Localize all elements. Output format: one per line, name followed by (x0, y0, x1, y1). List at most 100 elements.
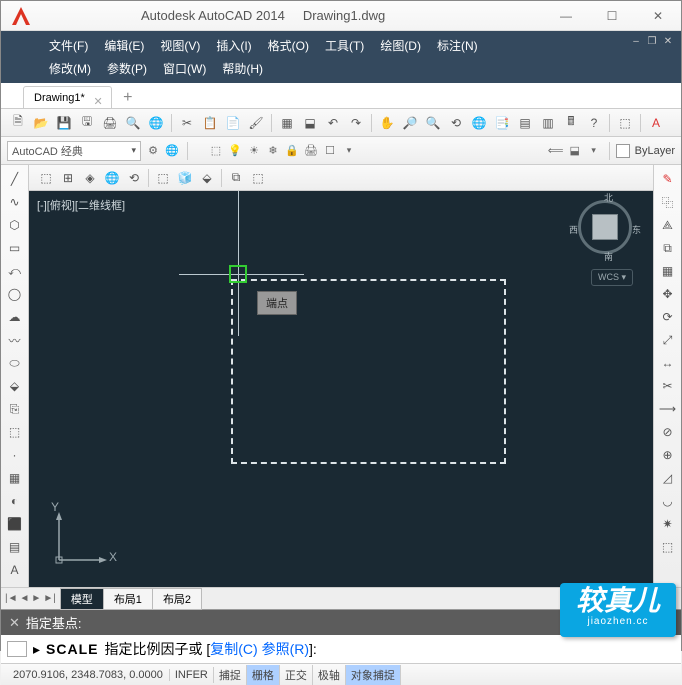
paste-button[interactable]: 📄 (222, 112, 244, 134)
command-input-line[interactable]: ▸ SCALE 指定比例因子或 [复制(C) 参照(R)]: (1, 635, 681, 663)
text-style-button[interactable]: A (645, 112, 667, 134)
explode-tool[interactable]: ✷ (657, 513, 679, 535)
workspace-dropdown[interactable]: AutoCAD 经典 ▾ (7, 141, 141, 161)
ellipse-arc-tool[interactable]: ⬙ (4, 375, 26, 397)
scale-tool[interactable]: ⤢ (657, 329, 679, 351)
menu-insert[interactable]: 插入(I) (208, 34, 259, 57)
ws-globe-icon[interactable]: 🌐 (163, 142, 181, 160)
table-tool[interactable]: ▤ (4, 536, 26, 558)
layer-state-icon[interactable]: ⬓ (566, 142, 584, 160)
vp-iso-button[interactable]: ◈ (79, 167, 101, 189)
redo-button[interactable]: ↷ (345, 112, 367, 134)
ws-gear-icon[interactable]: ⚙ (144, 142, 162, 160)
menu-window[interactable]: 窗口(W) (155, 57, 214, 80)
menu-draw[interactable]: 绘图(D) (372, 34, 429, 57)
color-swatch[interactable] (616, 144, 630, 158)
viewcube-face[interactable] (592, 214, 618, 240)
layout-tab-2[interactable]: 布局2 (152, 588, 202, 610)
nav-last-icon[interactable]: ►| (43, 593, 56, 604)
minimize-button[interactable]: — (543, 1, 589, 31)
sb-snap[interactable]: 捕捉 (214, 665, 247, 685)
pline-tool[interactable]: ∿ (4, 191, 26, 213)
layer-more-icon[interactable]: ☐ (321, 142, 339, 160)
help-button[interactable]: ? (583, 112, 605, 134)
menu-view[interactable]: 视图(V) (152, 34, 208, 57)
make-block-tool[interactable]: ⬚ (4, 421, 26, 443)
document-tab[interactable]: Drawing1* ✕ (23, 86, 112, 108)
mdi-minimize-icon[interactable]: – (629, 34, 643, 48)
sb-infer[interactable]: INFER (170, 667, 214, 683)
move-tool[interactable]: ✥ (657, 283, 679, 305)
mirror-tool[interactable]: ⟁ (657, 214, 679, 236)
revcloud-tool[interactable]: ☁ (4, 306, 26, 328)
layer-filter-icon[interactable]: ⬚ (207, 142, 225, 160)
ucs-button[interactable]: ⬓ (299, 112, 321, 134)
extra-mod-tool[interactable]: ⬚ (657, 536, 679, 558)
mdi-close-icon[interactable]: ✕ (661, 34, 675, 48)
layer-state-dropdown-icon[interactable]: ▾ (585, 142, 603, 160)
layer-lock-icon[interactable]: 🔒 (283, 142, 301, 160)
vp-more2-button[interactable]: ⬚ (247, 167, 269, 189)
layout-tab-1[interactable]: 布局1 (103, 588, 153, 610)
join-tool[interactable]: ⊕ (657, 444, 679, 466)
vp-prev-button[interactable]: ⟲ (123, 167, 145, 189)
menu-dimension[interactable]: 标注(N) (429, 34, 486, 57)
close-button[interactable]: ✕ (635, 1, 681, 31)
point-tool[interactable]: · (4, 444, 26, 466)
zoom-button[interactable]: 🔎 (399, 112, 421, 134)
layer-lightbulb-icon[interactable]: 💡 (226, 142, 244, 160)
palette-button[interactable]: ▤ (514, 112, 536, 134)
extra1-button[interactable]: ⬚ (614, 112, 636, 134)
rectangle-tool[interactable]: ▭ (4, 237, 26, 259)
extend-tool[interactable]: ⟶ (657, 398, 679, 420)
cmd-close-icon[interactable]: ✕ (9, 615, 20, 631)
undo-button[interactable]: ↶ (322, 112, 344, 134)
menu-tools[interactable]: 工具(T) (317, 34, 372, 57)
doctab-add-button[interactable]: + (118, 88, 138, 108)
layer-plot-icon[interactable]: 🖨 (302, 142, 320, 160)
nav-prev-icon[interactable]: ◄ (20, 593, 30, 604)
viewcube[interactable]: 北 南 东 西 (575, 197, 635, 257)
zoomprev-button[interactable]: ⟲ (445, 112, 467, 134)
new-button[interactable]: 🗎 (7, 112, 29, 134)
rotate-tool[interactable]: ⟳ (657, 306, 679, 328)
trim-tool[interactable]: ✂ (657, 375, 679, 397)
layout-tab-model[interactable]: 模型 (60, 588, 104, 610)
preview-button[interactable]: 🔍 (122, 112, 144, 134)
arc-tool[interactable]: ⤺ (4, 260, 26, 282)
vp-box3-button[interactable]: ⬙ (196, 167, 218, 189)
print-button[interactable]: 🖨 (99, 112, 121, 134)
spline-tool[interactable]: 〰 (4, 329, 26, 351)
wcs-label[interactable]: WCS ▾ (591, 269, 633, 286)
3dorbit-button[interactable]: 🌐 (468, 112, 490, 134)
sb-grid[interactable]: 栅格 (247, 665, 280, 685)
vp-more1-button[interactable]: ⧉ (225, 167, 247, 189)
nav-first-icon[interactable]: |◄ (5, 593, 18, 604)
break-tool[interactable]: ⊘ (657, 421, 679, 443)
vp-orbit-button[interactable]: 🌐 (101, 167, 123, 189)
save-button[interactable]: 💾 (53, 112, 75, 134)
gradient-tool[interactable]: ◐ (4, 490, 26, 512)
cut-button[interactable]: ✂ (176, 112, 198, 134)
maximize-button[interactable]: ☐ (589, 1, 635, 31)
vp-2d-button[interactable]: ⬚ (35, 167, 57, 189)
offset-tool[interactable]: ⧉ (657, 237, 679, 259)
line-tool[interactable]: ╱ (4, 168, 26, 190)
chamfer-tool[interactable]: ◿ (657, 467, 679, 489)
sheet-button[interactable]: 📑 (491, 112, 513, 134)
hatch-tool[interactable]: ▦ (4, 467, 26, 489)
vp-box1-button[interactable]: ⬚ (152, 167, 174, 189)
saveas-button[interactable]: 🖫 (76, 112, 98, 134)
layer-prev-icon[interactable]: ⟸ (547, 142, 565, 160)
open-button[interactable]: 📂 (30, 112, 52, 134)
zoomwin-button[interactable]: 🔍 (422, 112, 444, 134)
matchprop-button[interactable]: 🖌 (245, 112, 267, 134)
sb-osnap[interactable]: 对象捕捉 (346, 665, 401, 685)
menu-edit[interactable]: 编辑(E) (96, 34, 152, 57)
menu-help[interactable]: 帮助(H) (214, 57, 271, 80)
drawing-canvas[interactable]: [-][俯视][二维线框] 端点 北 南 东 西 WCS ▾ (29, 191, 653, 587)
layer-dropdown-icon[interactable]: ▾ (340, 142, 358, 160)
designcenter-button[interactable]: ▥ (537, 112, 559, 134)
array-tool[interactable]: ▦ (657, 260, 679, 282)
sb-polar[interactable]: 极轴 (313, 665, 346, 685)
